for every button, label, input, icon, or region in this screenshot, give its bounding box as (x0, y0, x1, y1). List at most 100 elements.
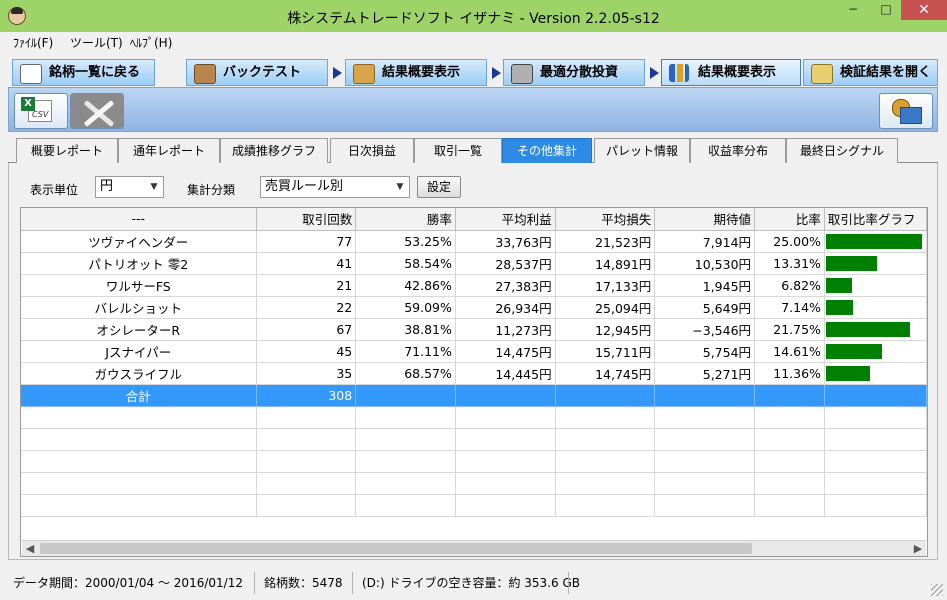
row-avg-profit: 11,273円 (455, 318, 556, 341)
horizontal-scrollbar[interactable]: ◀ ▶ (22, 540, 926, 556)
row-avg-loss: 17,133円 (555, 274, 656, 297)
step-arrow-icon (333, 67, 342, 79)
maximize-button[interactable]: □ (870, 0, 902, 20)
col-header-win-rate[interactable]: 勝率 (355, 208, 456, 231)
col-header-trades[interactable]: 取引回数 (256, 208, 357, 231)
resize-grip-icon[interactable] (931, 584, 943, 596)
row-ratio-graph (824, 252, 927, 275)
row-avg-loss: 25,094円 (555, 296, 656, 319)
data-grid: --- 取引回数 勝率 平均利益 平均損失 期待値 比率 取引比率グラフ ツヴァ… (21, 208, 927, 517)
display-unit-label: 表示単位 (30, 183, 79, 197)
tab-result-summary-2[interactable]: 結果概要表示 (661, 59, 801, 86)
table-row[interactable]: ワルサーFS 21 42.86% 27,383円 17,133円 1,945円 6.82% (21, 274, 927, 297)
table-row[interactable]: ツヴァイヘンダー 77 53.25% 33,763円 21,523円 7,914円 25.0… (21, 230, 927, 253)
aggregation-table: --- 取引回数 勝率 平均利益 平均損失 期待値 比率 取引比率グラフ ツヴァ… (20, 207, 928, 557)
row-name: ツヴァイヘンダー (21, 230, 257, 253)
ratio-bar (825, 321, 910, 337)
eye-icon (20, 64, 42, 84)
display-unit-select[interactable]: 円 ▼ (95, 176, 164, 198)
ratio-bar (825, 299, 853, 315)
row-win-rate: 42.86% (355, 274, 456, 297)
menu-help[interactable]: ﾍﾙﾌﾟ(H) (130, 34, 172, 51)
export-csv-button[interactable]: X CSV (14, 93, 68, 129)
tab-daily-pnl[interactable]: 日次損益 (330, 138, 414, 163)
table-row[interactable]: オシレーターR 67 38.81% 11,273円 12,945円 −3,546円 21.7… (21, 318, 927, 341)
settings-button[interactable]: 設定 (417, 176, 461, 198)
empty-cell (654, 406, 756, 429)
aggregation-category-select[interactable]: 売買ルール別 ▼ (260, 176, 410, 198)
bag-icon (194, 64, 216, 84)
tools-icon (71, 94, 123, 128)
tab-performance-graph[interactable]: 成績推移グラフ (220, 138, 328, 163)
col-header-expected[interactable]: 期待値 (654, 208, 756, 231)
row-avg-loss: 14,745円 (555, 362, 656, 385)
status-divider (352, 572, 353, 594)
row-trades: 45 (256, 340, 357, 363)
tab-back-to-list[interactable]: 銘柄一覧に戻る (12, 59, 155, 86)
tab-open-results[interactable]: 検証結果を開く (803, 59, 938, 86)
empty-row (21, 428, 927, 451)
row-avg-profit: 14,445円 (455, 362, 556, 385)
table-row[interactable]: Jスナイパー 45 71.11% 14,475円 15,711円 5,754円 14.61% (21, 340, 927, 363)
tab-backtest[interactable]: バックテスト (186, 59, 328, 86)
minimize-button[interactable]: − (837, 0, 869, 20)
empty-cell (824, 472, 927, 495)
tab-optimal-diversification[interactable]: 最適分散投資 (503, 59, 645, 86)
total-empty-cell (824, 384, 927, 407)
col-header-avg-loss[interactable]: 平均損失 (555, 208, 656, 231)
open-file-icon (811, 64, 833, 84)
row-trades: 21 (256, 274, 357, 297)
display-unit-value: 円 (100, 179, 114, 194)
tab-palette-info[interactable]: パレット情報 (594, 138, 690, 163)
calculator-icon (511, 64, 533, 84)
tab-last-day-signal[interactable]: 最終日シグナル (786, 138, 898, 163)
empty-row (21, 450, 927, 473)
row-ratio: 11.36% (754, 362, 825, 385)
col-header-ratio[interactable]: 比率 (754, 208, 825, 231)
row-win-rate: 53.25% (355, 230, 456, 253)
row-win-rate: 58.54% (355, 252, 456, 275)
close-button[interactable]: ✕ (901, 0, 947, 20)
row-avg-profit: 27,383円 (455, 274, 556, 297)
menu-tools[interactable]: ツール(T) (70, 34, 123, 51)
tab-return-distribution[interactable]: 収益率分布 (690, 138, 786, 163)
table-row[interactable]: パトリオット 零2 41 58.54% 28,537円 14,891円 10,530円 13… (21, 252, 927, 275)
row-expected: 5,271円 (654, 362, 756, 385)
table-row[interactable]: バレルショット 22 59.09% 26,934円 25,094円 5,649円 7.14% (21, 296, 927, 319)
money-report-button[interactable] (879, 93, 933, 129)
main-tab-bar: 銘柄一覧に戻る バックテスト 結果概要表示 最適分散投資 結果概要表示 検証結果… (0, 52, 947, 88)
table-header-row: --- 取引回数 勝率 平均利益 平均損失 期待値 比率 取引比率グラフ (21, 208, 927, 231)
tab-trade-list[interactable]: 取引一覧 (414, 138, 502, 163)
ratio-bar (825, 255, 877, 271)
row-ratio: 7.14% (754, 296, 825, 319)
tab-summary-report[interactable]: 概要レポート (16, 138, 118, 163)
empty-cell (555, 494, 656, 517)
row-name: ワルサーFS (21, 274, 257, 297)
empty-cell (21, 428, 257, 451)
tab-result-summary-1[interactable]: 結果概要表示 (345, 59, 487, 86)
row-name: オシレーターR (21, 318, 257, 341)
empty-cell (355, 494, 456, 517)
row-name: Jスナイパー (21, 340, 257, 363)
tab-other-aggregation[interactable]: その他集計 (502, 138, 592, 163)
tab-open-results-label: 検証結果を開く (840, 65, 932, 80)
total-empty-cell (455, 384, 556, 407)
table-row[interactable]: ガウスライフル 35 68.57% 14,445円 14,745円 5,271円 11.36… (21, 362, 927, 385)
total-trades: 308 (256, 384, 357, 407)
ratio-bar (825, 343, 882, 359)
empty-cell (555, 428, 656, 451)
empty-cell (654, 472, 756, 495)
chevron-down-icon: ▼ (150, 182, 158, 192)
col-header-avg-profit[interactable]: 平均利益 (455, 208, 556, 231)
scroll-left-icon[interactable]: ◀ (22, 541, 38, 556)
scroll-thumb[interactable] (40, 543, 752, 554)
scroll-right-icon[interactable]: ▶ (910, 541, 926, 556)
col-header-name[interactable]: --- (21, 208, 257, 231)
tab-annual-report[interactable]: 通年レポート (118, 138, 220, 163)
settings-tools-button[interactable] (70, 93, 124, 129)
col-header-ratio-graph[interactable]: 取引比率グラフ (824, 208, 927, 231)
empty-cell (455, 472, 556, 495)
menu-file[interactable]: ﾌｧｲﾙ(F) (13, 34, 53, 51)
table-total-row[interactable]: 合計 308 (21, 384, 927, 407)
step-arrow-icon (650, 67, 659, 79)
